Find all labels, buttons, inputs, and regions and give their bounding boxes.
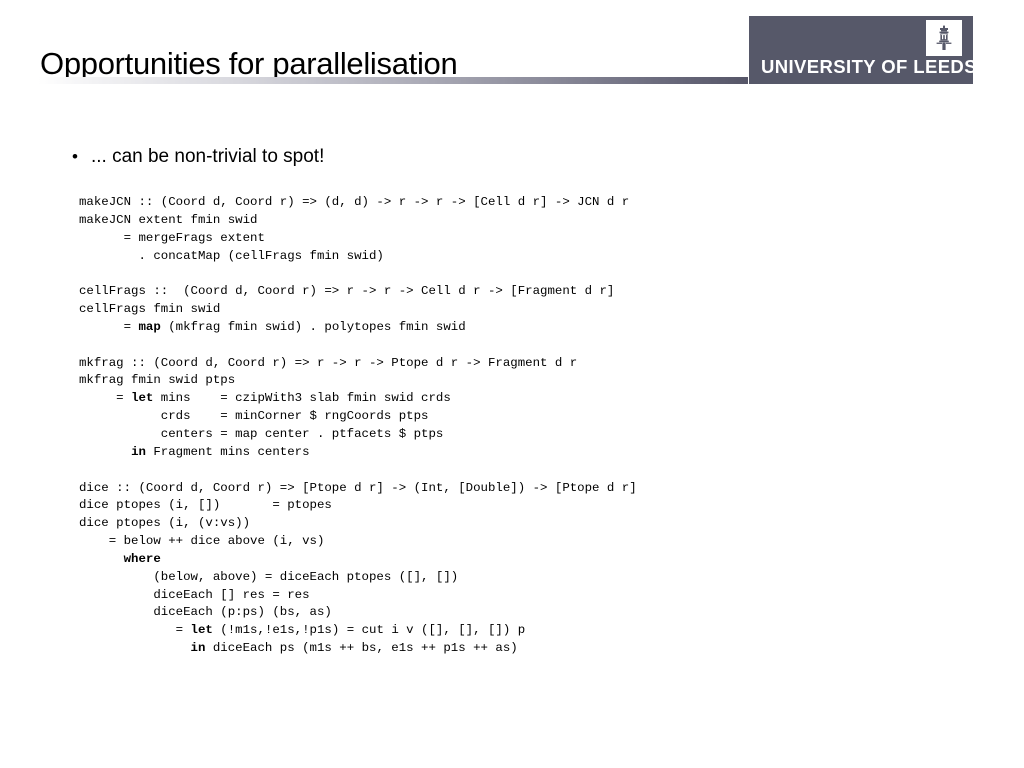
code-line: (below, above) = diceEach ptopes ([], []… xyxy=(79,569,459,584)
code-line: in Fragment mins centers xyxy=(131,444,310,459)
leeds-crest-tower-icon xyxy=(926,20,962,56)
bullet-marker-icon: • xyxy=(72,147,78,166)
code-line: cellFrags fmin swid xyxy=(79,302,221,317)
code-line: makeJCN extent fmin swid xyxy=(79,212,258,227)
code-line: mkfrag :: (Coord d, Coord r) => r -> r -… xyxy=(79,355,578,370)
code-line: where xyxy=(123,551,161,566)
code-line: = map (mkfrag fmin swid) . polytopes fmi… xyxy=(79,319,466,334)
logo-wordmark: UNIVERSITY OF LEEDS xyxy=(761,56,977,77)
code-line: in diceEach ps (m1s ++ bs, e1s ++ p1s ++… xyxy=(190,641,518,656)
slide-canvas: Opportunities for parallelisation UNIVER… xyxy=(0,0,1024,768)
code-line: mkfrag fmin swid ptps xyxy=(79,373,236,388)
bullet-text: ... can be non-trivial to spot! xyxy=(90,146,325,167)
code-line: crds = minCorner $ rngCoords ptps xyxy=(79,409,429,424)
code-line: . concatMap (cellFrags fmin swid) xyxy=(79,248,384,263)
code-block: makeJCN :: (Coord d, Coord r) => (d, d) … xyxy=(79,194,979,658)
code-line: = let (!m1s,!e1s,!p1s) = cut i v ([], []… xyxy=(79,623,526,638)
code-line: cellFrags :: (Coord d, Coord r) => r -> … xyxy=(79,284,615,299)
code-line: = below ++ dice above (i, vs) xyxy=(79,534,325,549)
code-line: diceEach [] res = res xyxy=(79,587,310,602)
university-logo: UNIVERSITY OF LEEDS xyxy=(749,16,977,84)
code-line: dice :: (Coord d, Coord r) => [Ptope d r… xyxy=(79,480,637,495)
code-line: makeJCN :: (Coord d, Coord r) => (d, d) … xyxy=(79,195,630,209)
code-line: diceEach (p:ps) (bs, as) xyxy=(79,605,332,620)
code-line: = let mins = czipWith3 slab fmin swid cr… xyxy=(79,391,451,406)
code-line: = mergeFrags extent xyxy=(79,230,265,245)
code-line: centers = map center . ptfacets $ ptps xyxy=(79,426,444,441)
bullet-item: • ... can be non-trivial to spot! xyxy=(72,146,324,168)
title-divider xyxy=(38,77,748,84)
code-line: dice ptopes (i, []) = ptopes xyxy=(79,498,332,513)
code-line: dice ptopes (i, (v:vs)) xyxy=(79,516,251,531)
